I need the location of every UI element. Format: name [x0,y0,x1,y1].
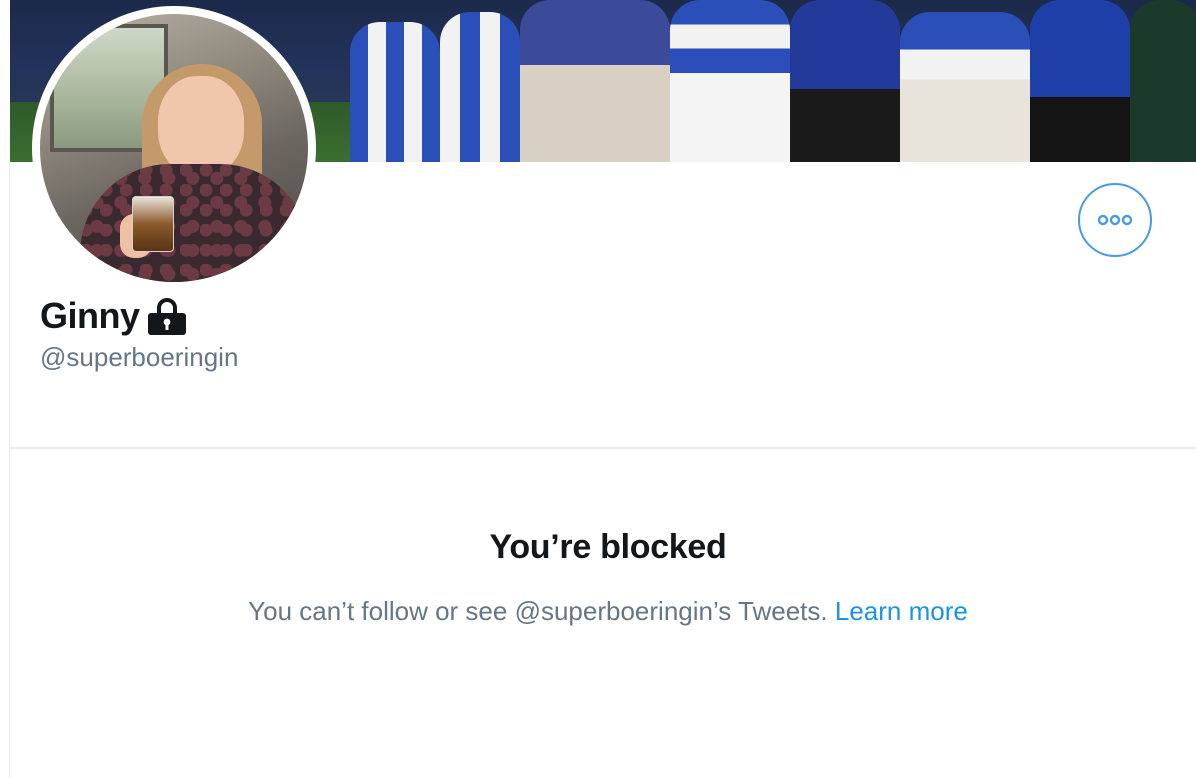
profile-handle: @superboeringin [40,342,239,372]
banner-figure [1130,0,1196,162]
banner-figure [440,12,520,162]
lock-icon [147,298,186,335]
learn-more-link[interactable]: Learn more [835,596,968,626]
blocked-message-row: You can’t follow or see @superboeringin’… [0,596,1196,627]
banner-figure [790,0,900,162]
banner-figure [900,12,1030,162]
avatar-face [158,76,244,176]
display-name: Ginny [40,295,140,336]
column-border [9,162,10,778]
banner-figure [1030,0,1130,162]
banner-figure [350,22,440,162]
blocked-title: You’re blocked [489,528,727,566]
profile-name-row: Ginny [40,292,188,340]
banner-figure [520,0,670,162]
more-options-icon [1097,214,1133,226]
profile-page: Ginny @superboeringin You’re blocked You… [0,0,1196,778]
avatar[interactable] [40,14,308,282]
avatar-body [80,164,308,282]
banner-figure [670,0,790,162]
avatar-glass [132,196,174,252]
section-divider [10,447,1196,449]
more-options-button[interactable] [1078,183,1152,257]
blocked-message: You can’t follow or see @superboeringin’… [248,596,835,626]
